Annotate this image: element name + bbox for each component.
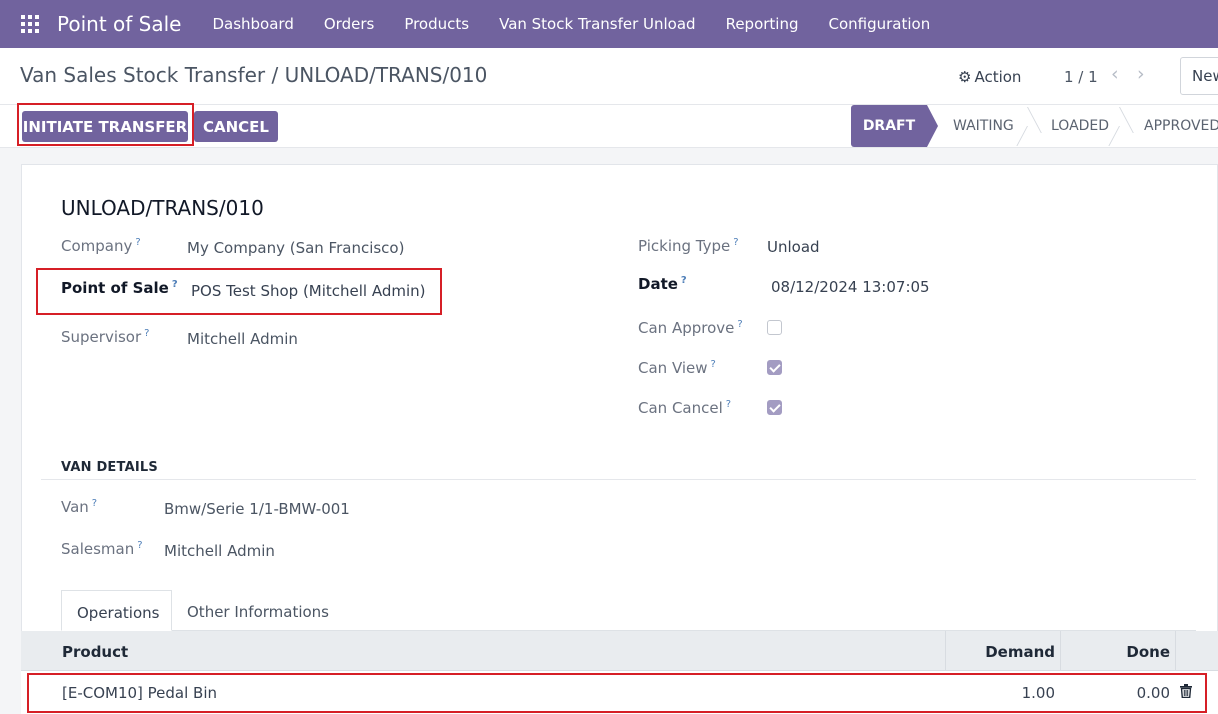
van-label: Van? <box>61 498 97 516</box>
chevron-left-icon[interactable]: ‹ <box>1111 63 1119 85</box>
tab-operations[interactable]: Operations <box>61 590 172 631</box>
help-icon[interactable]: ? <box>144 328 149 339</box>
help-icon[interactable]: ? <box>711 359 716 370</box>
table-header: Product Demand Done <box>21 631 1218 671</box>
column-separator <box>945 631 946 671</box>
app-brand[interactable]: Point of Sale <box>57 12 181 36</box>
salesman-field[interactable]: Mitchell Admin <box>164 542 275 560</box>
date-label: Date? <box>638 275 687 293</box>
chevron-right-icon[interactable]: › <box>1137 63 1145 85</box>
nav-reporting[interactable]: Reporting <box>711 15 814 33</box>
nav-van-stock-transfer-unload[interactable]: Van Stock Transfer Unload <box>484 15 710 33</box>
can-view-label: Can View? <box>638 359 716 377</box>
action-menu-button[interactable]: ⚙ Action <box>958 68 1021 86</box>
can-view-checkbox[interactable] <box>767 360 782 375</box>
supervisor-label-text: Supervisor <box>61 328 142 346</box>
can-approve-checkbox[interactable] <box>767 320 782 335</box>
supervisor-label: Supervisor? <box>61 328 149 346</box>
nav-orders[interactable]: Orders <box>309 15 389 33</box>
highlight-initiate-transfer <box>17 103 194 146</box>
date-field[interactable]: 08/12/2024 13:07:05 <box>771 278 930 296</box>
can-cancel-label: Can Cancel? <box>638 399 731 417</box>
picking-type-label: Picking Type? <box>638 237 739 255</box>
help-icon[interactable]: ? <box>737 319 742 330</box>
help-icon[interactable]: ? <box>137 540 142 551</box>
help-icon[interactable]: ? <box>733 237 738 248</box>
can-cancel-checkbox[interactable] <box>767 400 782 415</box>
stage-draft-arrow <box>927 105 938 147</box>
supervisor-field[interactable]: Mitchell Admin <box>187 330 298 348</box>
highlight-point-of-sale <box>36 268 442 315</box>
van-label-text: Van <box>61 498 89 516</box>
stage-approved[interactable]: APPROVED <box>1144 105 1218 147</box>
breadcrumb[interactable]: Van Sales Stock Transfer / UNLOAD/TRANS/… <box>20 63 487 87</box>
new-button[interactable]: New <box>1180 57 1218 95</box>
top-navbar: Point of Sale Dashboard Orders Products … <box>0 0 1218 48</box>
cancel-button[interactable]: CANCEL <box>194 111 278 142</box>
can-cancel-label-text: Can Cancel <box>638 399 723 417</box>
stage-draft[interactable]: DRAFT <box>851 105 927 147</box>
record-title: UNLOAD/TRANS/010 <box>61 196 264 220</box>
pager-value[interactable]: 1 / 1 <box>1064 68 1098 86</box>
can-approve-label-text: Can Approve <box>638 319 735 337</box>
help-icon[interactable]: ? <box>92 498 97 509</box>
column-product[interactable]: Product <box>62 643 128 661</box>
column-done[interactable]: Done <box>1126 643 1170 661</box>
company-field[interactable]: My Company (San Francisco) <box>187 239 404 257</box>
company-label: Company? <box>61 237 141 255</box>
help-icon[interactable]: ? <box>135 237 140 248</box>
stage-loaded[interactable]: LOADED <box>1051 105 1109 147</box>
nav-dashboard[interactable]: Dashboard <box>197 15 308 33</box>
salesman-label: Salesman? <box>61 540 143 558</box>
nav-configuration[interactable]: Configuration <box>814 15 946 33</box>
salesman-label-text: Salesman <box>61 540 135 558</box>
date-label-text: Date <box>638 275 678 293</box>
column-demand[interactable]: Demand <box>985 643 1055 661</box>
picking-type-field[interactable]: Unload <box>767 238 820 256</box>
help-icon[interactable]: ? <box>681 275 687 286</box>
tab-other-informations[interactable]: Other Informations <box>172 590 344 631</box>
nav-products[interactable]: Products <box>389 15 484 33</box>
action-label: Action <box>974 68 1022 86</box>
gear-icon: ⚙ <box>958 68 972 86</box>
column-separator <box>1175 631 1176 671</box>
stage-separator <box>1027 107 1041 145</box>
highlight-product-row <box>27 673 1207 713</box>
van-details-heading: VAN DETAILS <box>61 460 158 475</box>
help-icon[interactable]: ? <box>726 399 731 410</box>
stage-waiting[interactable]: WAITING <box>953 105 1014 147</box>
company-label-text: Company <box>61 237 133 255</box>
stage-separator <box>1119 107 1133 145</box>
can-view-label-text: Can View <box>638 359 708 377</box>
section-divider <box>41 479 1196 480</box>
apps-grid-icon[interactable] <box>21 15 39 33</box>
picking-type-label-text: Picking Type <box>638 237 731 255</box>
van-field[interactable]: Bmw/Serie 1/1-BMW-001 <box>164 500 350 518</box>
control-panel: Van Sales Stock Transfer / UNLOAD/TRANS/… <box>0 48 1218 105</box>
can-approve-label: Can Approve? <box>638 319 743 337</box>
column-separator <box>1060 631 1061 671</box>
